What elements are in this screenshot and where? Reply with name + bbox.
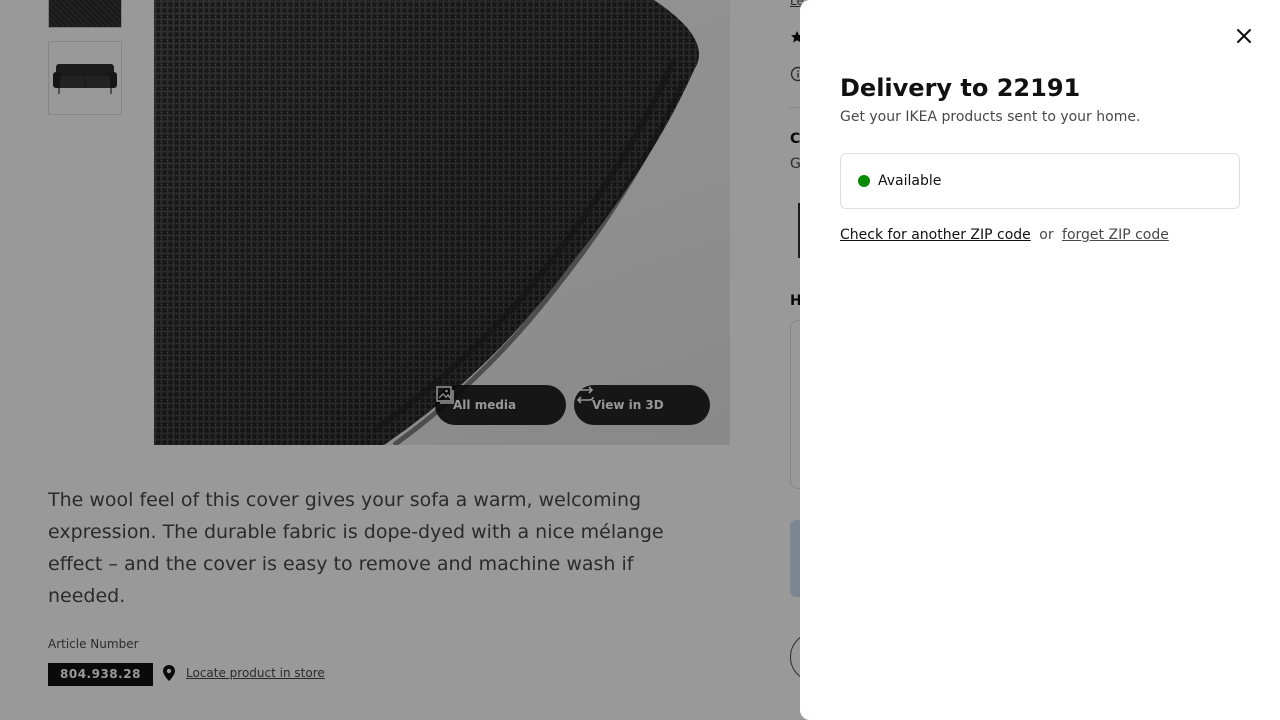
zip-actions: Check for another ZIP code or forget ZIP…: [840, 227, 1169, 243]
delivery-drawer: Delivery to 22191 Get your IKEA products…: [800, 0, 1280, 720]
drawer-subtitle: Get your IKEA products sent to your home…: [840, 109, 1141, 125]
availability-box: Available: [840, 153, 1240, 209]
zip-connector: or: [1039, 227, 1054, 243]
check-another-zip-link[interactable]: Check for another ZIP code: [840, 227, 1031, 243]
drawer-title: Delivery to 22191: [840, 74, 1081, 102]
forget-zip-link[interactable]: forget ZIP code: [1062, 227, 1169, 243]
availability-status-text: Available: [878, 173, 942, 189]
availability-status-dot: [858, 175, 870, 187]
close-button[interactable]: [1224, 16, 1264, 56]
close-icon: [1237, 29, 1251, 43]
